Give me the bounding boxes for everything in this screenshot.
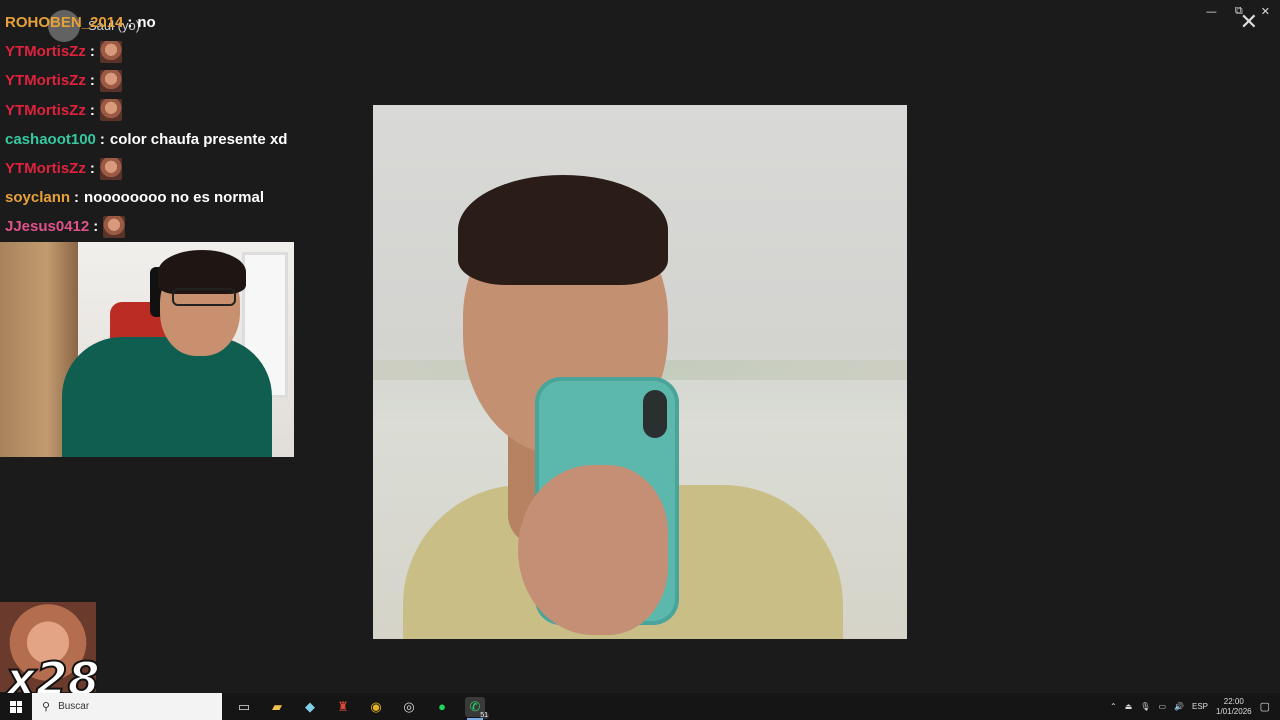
chat-username: ROHOBEN_2014 xyxy=(5,14,124,32)
notes-app-icon[interactable]: ◆ xyxy=(300,697,320,717)
tray-expand-icon[interactable]: ⌃ xyxy=(1110,702,1117,711)
chat-username: JJesus0412 xyxy=(5,218,90,236)
volume-icon[interactable]: 🔊 xyxy=(1174,702,1184,711)
chat-username: YTMortisZz xyxy=(5,72,86,90)
microphone-icon[interactable]: 🎙 xyxy=(1140,702,1150,711)
search-placeholder: Buscar xyxy=(58,701,90,712)
taskbar-apps: ▭ ▰ ◆ ♜ ◉ ◎ ● ✆ 51 xyxy=(234,696,489,720)
chat-text: color chaufa presente xd xyxy=(109,130,288,148)
notifications-icon[interactable]: ▢ xyxy=(1260,700,1270,713)
clock[interactable]: 22:00 1/01/2026 xyxy=(1216,697,1252,717)
chat-username: cashaoot100 xyxy=(5,130,96,148)
photo-phone-camera xyxy=(643,390,667,438)
chat-username: YTMortisZz xyxy=(5,43,86,61)
emote-icon xyxy=(99,99,122,122)
obs-icon[interactable]: ◎ xyxy=(399,697,419,717)
chat-message: YTMortisZz : xyxy=(5,96,365,125)
streamer-webcam xyxy=(0,242,294,457)
webcam-glasses xyxy=(172,288,236,306)
chrome-icon[interactable]: ◉ xyxy=(366,697,386,717)
search-icon: ⚲ xyxy=(42,701,51,713)
taskbar-search[interactable]: ⚲ Buscar xyxy=(32,693,222,720)
chat-message: JJesus0412 : xyxy=(5,212,365,241)
language-indicator[interactable]: ESP xyxy=(1192,702,1208,711)
start-button[interactable] xyxy=(0,693,32,720)
spotify-icon[interactable]: ● xyxy=(432,697,452,717)
window-controls: — ⧉ ✕ xyxy=(1206,4,1270,18)
webcam-shirt xyxy=(62,337,272,457)
chat-text: noooooooo no es normal xyxy=(84,189,265,207)
minimize-button[interactable]: — xyxy=(1206,5,1217,18)
emote-icon xyxy=(99,40,122,63)
chat-username: YTMortisZz xyxy=(5,101,86,119)
chat-message: ROHOBEN_2014 : no xyxy=(5,8,365,37)
chat-username: soyclann xyxy=(5,189,71,207)
system-tray: ⌃ ⏏ 🎙 ▭ 🔊 ESP 22:00 1/01/2026 ▢ xyxy=(1110,693,1280,720)
chat-separator: : xyxy=(74,189,80,207)
clock-time: 22:00 xyxy=(1223,696,1244,706)
chat-username: YTMortisZz xyxy=(5,160,86,178)
window-close-button[interactable]: ✕ xyxy=(1261,5,1270,18)
chat-message: soyclann : noooooooo no es normal xyxy=(5,183,365,212)
whatsapp-icon[interactable]: ✆ 51 xyxy=(465,696,489,720)
taskbar: ⚲ Buscar ▭ ▰ ◆ ♜ ◉ ◎ ● ✆ 51 ⌃ ⏏ 🎙 ▭ 🔊 ES… xyxy=(0,693,1280,720)
chat-message: cashaoot100 : color chaufa presente xd xyxy=(5,125,365,154)
chat-message: YTMortisZz : xyxy=(5,154,365,183)
shared-photo[interactable] xyxy=(373,105,907,639)
photo-hair xyxy=(458,175,668,285)
chat-separator: : xyxy=(89,43,95,61)
chat-overlay: ROHOBEN_2014 : no YTMortisZz : YTMortisZ… xyxy=(5,8,365,242)
usb-icon[interactable]: ⏏ xyxy=(1125,702,1133,711)
chat-separator: : xyxy=(89,160,95,178)
emote-icon xyxy=(99,69,122,92)
chat-separator: : xyxy=(99,130,105,148)
chat-separator: : xyxy=(89,72,95,90)
close-overlay-button[interactable]: ✕ xyxy=(1240,12,1258,34)
emote-icon xyxy=(103,215,126,238)
windows-icon xyxy=(10,700,22,713)
file-explorer-icon[interactable]: ▰ xyxy=(267,697,287,717)
chat-message: YTMortisZz : xyxy=(5,66,365,95)
chat-text: no xyxy=(137,14,156,32)
chat-separator: : xyxy=(89,101,95,119)
chat-message: YTMortisZz : xyxy=(5,37,365,66)
clock-date: 1/01/2026 xyxy=(1216,706,1252,716)
game-app-icon[interactable]: ♜ xyxy=(333,697,353,717)
network-icon[interactable]: ▭ xyxy=(1158,702,1166,711)
emote-icon xyxy=(99,157,122,180)
whatsapp-badge: 51 xyxy=(479,711,489,719)
task-view-icon[interactable]: ▭ xyxy=(234,697,254,717)
chat-separator: : xyxy=(93,218,99,236)
photo-hand xyxy=(518,465,668,635)
chat-separator: : xyxy=(127,14,133,32)
